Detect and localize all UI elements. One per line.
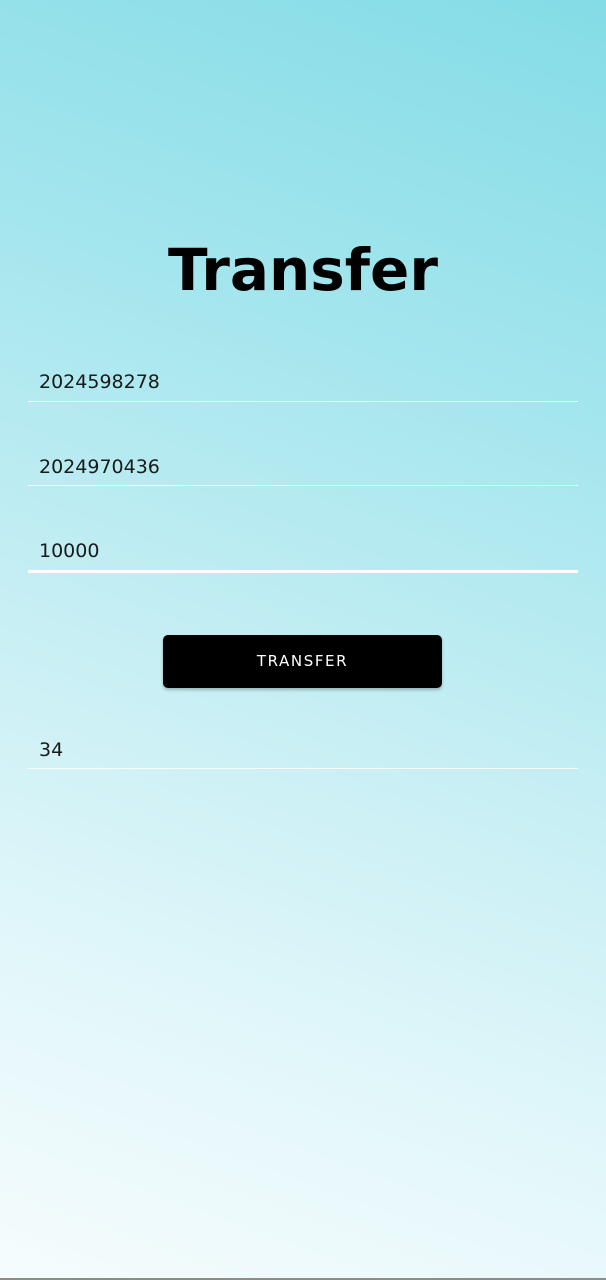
amount-field[interactable]: 10000: [28, 529, 578, 581]
to-account-field[interactable]: 2024970436: [28, 445, 578, 497]
page-title: Transfer: [168, 236, 438, 304]
result-underline: [28, 768, 578, 769]
transfer-button[interactable]: TRANSFER: [163, 635, 442, 688]
from-account-value[interactable]: 2024598278: [39, 368, 160, 396]
result-field[interactable]: 34: [28, 728, 578, 780]
amount-value[interactable]: 10000: [39, 537, 99, 565]
from-account-underline: [28, 401, 578, 402]
amount-underline: [28, 570, 578, 573]
result-value[interactable]: 34: [39, 736, 63, 764]
to-account-value[interactable]: 2024970436: [39, 453, 160, 481]
transfer-screen: Transfer 2024598278 2024970436 10000 TRA…: [0, 0, 606, 1280]
to-account-underline: [28, 485, 578, 486]
from-account-field[interactable]: 2024598278: [28, 360, 578, 412]
